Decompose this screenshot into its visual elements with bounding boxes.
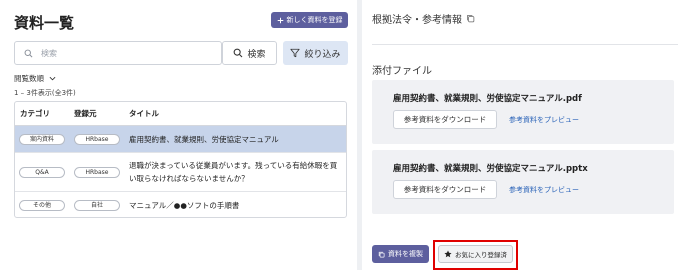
attachments-title: 添付ファイル [372,66,432,77]
copy-icon[interactable] [466,14,475,23]
registrant-chip: 自社 [74,199,120,211]
search-icon [24,49,33,58]
category-chip: その他 [19,199,65,211]
registrant-chip: HRbase [74,133,120,145]
filter-button[interactable]: 絞り込み [283,41,348,65]
search-button[interactable]: 検索 [222,41,277,65]
legal-reference-title: 根拠法令・参考情報 [372,15,462,26]
duplicate-button[interactable]: 資料を複製 [372,245,429,263]
legal-reference-heading: 根拠法令・参考情報 [372,11,475,26]
file-name: 雇用契約書、就業規則、労使協定マニュアル.pptx [393,164,588,174]
search-input[interactable] [41,48,211,58]
document-table: カテゴリ 登録元 タイトル 案内資料 HRbase 雇用契約書、就業規則、労使協… [14,101,347,218]
favorite-label: お気に入り登録済 [455,251,507,259]
category-chip: Q&A [19,166,65,178]
file-name: 雇用契約書、就業規則、労使協定マニュアル.pdf [393,94,582,104]
sort-label: 閲覧数順 [14,74,44,83]
divider [372,44,678,45]
attachment-card: 雇用契約書、就業規則、労使協定マニュアル.pdf 参考資料をダウンロード 参考資… [372,80,674,144]
header-category: カテゴリ [20,109,50,118]
copy-icon [378,251,385,258]
document-list-panel: 資料一覧 新しく資料を登録 検索 絞り込み 閲覧数順 1 – 3件表示(全3件) [0,0,357,270]
preview-link[interactable]: 参考資料をプレビュー [509,115,579,125]
chevron-down-icon [49,76,56,81]
table-row[interactable]: その他 自社 マニュアル／●●ソフトの手順書 [15,192,346,217]
preview-link[interactable]: 参考資料をプレビュー [509,185,579,195]
table-row[interactable]: 案内資料 HRbase 雇用契約書、就業規則、労使協定マニュアル [15,126,346,153]
new-document-label: 新しく資料を登録 [286,16,343,24]
filter-icon [290,48,301,58]
row-title: マニュアル／●●ソフトの手順書 [129,200,240,210]
page-title: 資料一覧 [14,14,75,32]
detail-panel: 根拠法令・参考情報 添付ファイル 雇用契約書、就業規則、労使協定マニュアル.pd… [362,0,688,270]
registrant-chip: HRbase [74,166,120,178]
row-title: 雇用契約書、就業規則、労使協定マニュアル [129,134,279,144]
download-button[interactable]: 参考資料をダウンロード [393,110,497,129]
row-title: 退職が決まっている従業員がいます。残っている有給休暇を買い取らなければならないま… [129,161,338,183]
result-count: 1 – 3件表示(全3件) [14,89,76,97]
filter-button-label: 絞り込み [304,49,341,60]
table-header: カテゴリ 登録元 タイトル [15,102,346,126]
search-icon [233,48,243,58]
search-field[interactable] [14,41,222,65]
plus-icon [277,17,284,24]
search-button-label: 検索 [247,49,266,60]
star-icon [444,250,452,258]
download-button[interactable]: 参考資料をダウンロード [393,180,497,199]
sort-dropdown[interactable]: 閲覧数順 [14,73,56,84]
category-chip: 案内資料 [19,133,65,145]
table-row[interactable]: Q&A HRbase 退職が決まっている従業員がいます。残っている有給休暇を買い… [15,153,346,192]
new-document-button[interactable]: 新しく資料を登録 [271,12,348,28]
favorite-button[interactable]: お気に入り登録済 [438,245,513,263]
header-registrant: 登録元 [74,109,97,118]
header-title: タイトル [129,109,159,118]
attachment-card: 雇用契約書、就業規則、労使協定マニュアル.pptx 参考資料をダウンロード 参考… [372,150,674,214]
duplicate-label: 資料を複製 [388,250,423,258]
